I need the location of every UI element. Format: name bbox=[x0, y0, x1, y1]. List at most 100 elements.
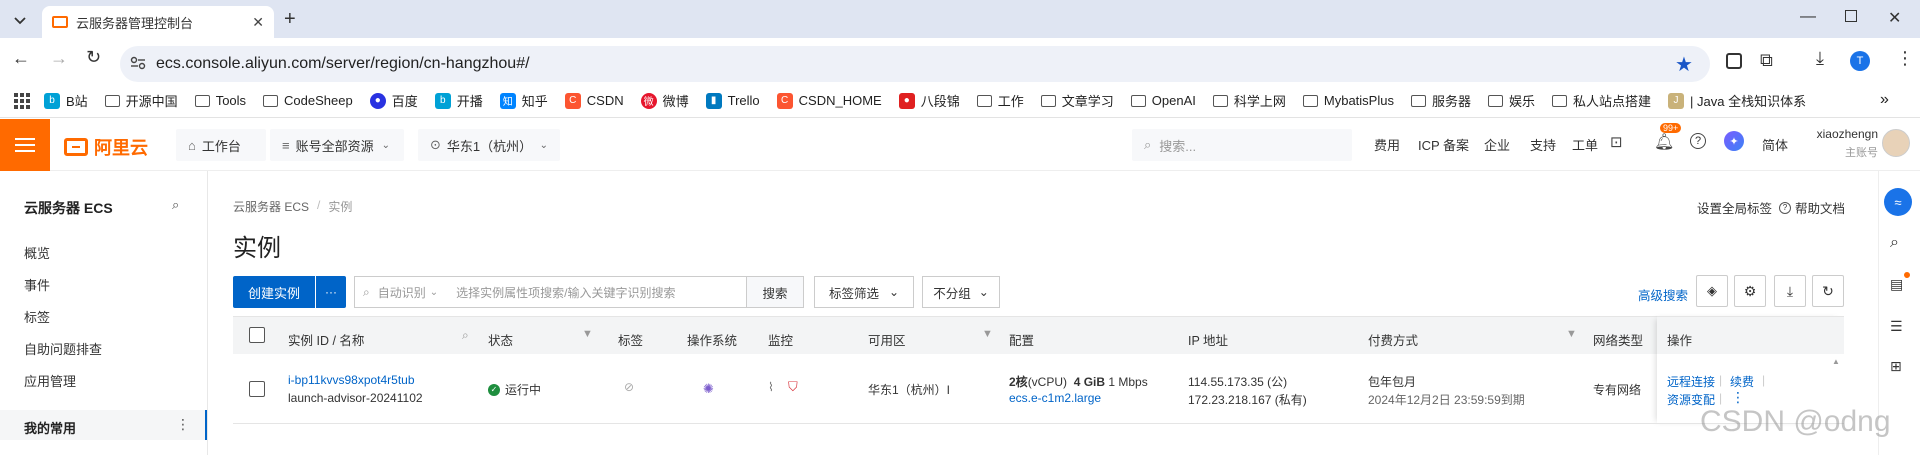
more-bookmarks-button[interactable]: » bbox=[1880, 91, 1889, 109]
bookmark-folder[interactable]: 工作 bbox=[976, 91, 1024, 110]
aliyun-logo[interactable]: 阿里云 bbox=[64, 134, 148, 160]
forward-arrow-icon[interactable]: → bbox=[50, 48, 68, 69]
address-bar[interactable]: ecs.console.aliyun.com/server/region/cn-… bbox=[120, 46, 1710, 82]
bookmark-folder[interactable]: 科学上网 bbox=[1212, 91, 1286, 110]
rail-search-icon[interactable]: ⌕ bbox=[1890, 234, 1899, 252]
column-search-icon[interactable]: ⌕ bbox=[462, 328, 469, 343]
assistant-rail-icon[interactable]: ≈ bbox=[1884, 188, 1912, 216]
nav-icp[interactable]: ICP 备案 bbox=[1418, 135, 1469, 154]
nav-ticket[interactable]: 工单 bbox=[1572, 135, 1598, 154]
more-actions-button[interactable]: ··· bbox=[316, 276, 346, 308]
region-dropdown[interactable]: ⊙ 华东1（杭州） ⌄ bbox=[418, 129, 560, 161]
new-tab-button[interactable]: + bbox=[284, 8, 296, 31]
sidebar-item-app-management[interactable]: 应用管理 bbox=[24, 371, 76, 390]
row-checkbox[interactable] bbox=[249, 381, 265, 397]
workbench-button[interactable]: ⌂ 工作台 bbox=[176, 129, 266, 161]
bookmark-item[interactable]: C CSDN bbox=[564, 92, 624, 109]
sidebar-item-tags[interactable]: 标签 bbox=[24, 307, 50, 326]
bookmark-folder[interactable]: 开源中国 bbox=[104, 91, 178, 110]
bookmark-folder[interactable]: MybatisPlus bbox=[1302, 93, 1394, 108]
extensions-panel-icon[interactable] bbox=[1726, 53, 1742, 69]
more-actions-icon[interactable]: ⋮ bbox=[1731, 389, 1745, 406]
profile-avatar[interactable]: T bbox=[1850, 51, 1870, 71]
menu-kebab-icon[interactable]: ⋮ bbox=[1896, 48, 1914, 69]
puzzle-icon[interactable]: ⧉ bbox=[1760, 50, 1773, 71]
rail-book-icon[interactable]: ▤ bbox=[1890, 276, 1903, 293]
select-all-checkbox[interactable] bbox=[249, 327, 265, 343]
site-info-icon[interactable] bbox=[130, 56, 146, 70]
tab-search-button[interactable] bbox=[10, 11, 30, 31]
sidebar-item-troubleshoot[interactable]: 自助问题排查 bbox=[24, 339, 102, 358]
export-button[interactable]: ⤓ bbox=[1774, 275, 1806, 307]
layers-button[interactable]: ◈ bbox=[1696, 275, 1728, 307]
filter-icon[interactable]: ▼ bbox=[982, 328, 993, 340]
account-resources-dropdown[interactable]: ≡ 账号全部资源 ⌄ bbox=[270, 129, 404, 161]
nav-support[interactable]: 支持 bbox=[1530, 135, 1556, 154]
back-arrow-icon[interactable]: ← bbox=[12, 48, 30, 69]
chart-line-icon[interactable]: ⌇ bbox=[768, 380, 774, 394]
filter-icon[interactable]: ▼ bbox=[1566, 328, 1577, 340]
refresh-button[interactable]: ↻ bbox=[1812, 275, 1844, 307]
instance-spec-link[interactable]: ecs.e-c1m2.large bbox=[1009, 391, 1101, 405]
download-icon[interactable]: ⤓ bbox=[1816, 48, 1824, 69]
advanced-search-link[interactable]: 高级搜索 bbox=[1638, 285, 1688, 304]
help-docs-link[interactable]: ? 帮助文档 bbox=[1779, 198, 1845, 217]
bookmark-item[interactable]: b B站 bbox=[44, 91, 88, 110]
remote-connect-link[interactable]: 远程连接 bbox=[1667, 373, 1715, 390]
bookmark-item[interactable]: ▮ Trello bbox=[705, 92, 760, 109]
sidebar-item-favorites[interactable]: 我的常用 ⋮ bbox=[0, 410, 207, 440]
bookmark-item[interactable]: 微微博 bbox=[640, 91, 689, 110]
breadcrumb-root[interactable]: 云服务器 ECS bbox=[233, 198, 309, 215]
browser-tab[interactable]: 云服务器管理控制台 ✕ bbox=[42, 6, 274, 38]
user-info[interactable]: xiaozhengn 主账号 bbox=[1808, 127, 1878, 160]
renew-link[interactable]: 续费 bbox=[1730, 373, 1754, 390]
terminal-icon[interactable]: ⊡ bbox=[1610, 133, 1623, 151]
create-instance-button[interactable]: 创建实例 bbox=[233, 276, 315, 308]
bell-icon[interactable]: 🔔︎ bbox=[1654, 132, 1674, 152]
rail-grid-icon[interactable]: ⊞ bbox=[1890, 358, 1902, 375]
shield-icon[interactable]: ⛉ bbox=[788, 379, 798, 395]
bookmark-folder[interactable]: 文章学习 bbox=[1040, 91, 1114, 110]
apps-grid-icon[interactable] bbox=[14, 92, 30, 109]
favorites-menu-icon[interactable]: ⋮ bbox=[176, 416, 190, 433]
rail-list-icon[interactable]: ☰ bbox=[1890, 318, 1903, 335]
tag-filter-dropdown[interactable]: 标签筛选 ⌄ bbox=[814, 276, 914, 308]
set-global-tags-link[interactable]: 设置全局标签 bbox=[1697, 198, 1772, 217]
bookmark-folder[interactable]: 娱乐 bbox=[1487, 91, 1535, 110]
bookmark-star-icon[interactable]: ★ bbox=[1675, 52, 1693, 77]
bookmark-folder[interactable]: Tools bbox=[194, 93, 246, 108]
bookmark-item[interactable]: b 开播 bbox=[434, 91, 483, 110]
bookmark-item[interactable]: ● 八段锦 bbox=[898, 91, 960, 110]
instance-id-link[interactable]: i-bp11kvvs98xpot4r5tub bbox=[288, 373, 415, 387]
minimize-button[interactable]: — bbox=[1800, 8, 1816, 26]
bookmark-folder[interactable]: 服务器 bbox=[1410, 91, 1471, 110]
bookmark-item[interactable]: 知知乎 bbox=[499, 91, 548, 110]
close-window-button[interactable]: ✕ bbox=[1888, 8, 1901, 28]
close-tab-icon[interactable]: ✕ bbox=[252, 14, 264, 31]
bookmark-folder[interactable]: OpenAI bbox=[1130, 93, 1196, 108]
help-icon[interactable]: ? bbox=[1690, 133, 1706, 149]
bookmark-item[interactable]: C CSDN_HOME bbox=[776, 92, 882, 109]
sidebar-item-overview[interactable]: 概览 bbox=[24, 243, 50, 262]
language-switch[interactable]: 简体 bbox=[1762, 135, 1788, 154]
nav-fees[interactable]: 费用 bbox=[1374, 135, 1400, 154]
ai-assistant-icon[interactable]: ✦ bbox=[1724, 131, 1744, 151]
settings-button[interactable]: ⚙ bbox=[1734, 275, 1766, 307]
filter-icon[interactable]: ▼ bbox=[582, 328, 593, 340]
scroll-up-arrow[interactable]: ▲ bbox=[1832, 357, 1840, 366]
global-search-input[interactable]: ⌕ 搜索... bbox=[1132, 129, 1352, 161]
instance-search-input[interactable]: ⌕ 自动识别 ⌄ 选择实例属性项搜索/输入关键字识别搜索 bbox=[354, 276, 746, 308]
nav-enterprise[interactable]: 企业 bbox=[1484, 135, 1510, 154]
sidebar-search-icon[interactable]: ⌕ bbox=[172, 197, 179, 213]
tag-icon[interactable]: ⊘ bbox=[624, 380, 634, 394]
user-avatar[interactable] bbox=[1882, 129, 1910, 157]
bookmark-item[interactable]: ● 百度 bbox=[369, 91, 418, 110]
bookmark-item[interactable]: J | Java 全栈知识体系 bbox=[1668, 91, 1806, 110]
restore-button[interactable] bbox=[1845, 10, 1857, 22]
bookmark-folder[interactable]: 私人站点搭建 bbox=[1552, 91, 1651, 110]
reload-icon[interactable]: ↻ bbox=[86, 47, 101, 68]
bookmark-folder[interactable]: CodeSheep bbox=[263, 93, 353, 108]
sidebar-item-events[interactable]: 事件 bbox=[24, 275, 50, 294]
hamburger-menu-button[interactable] bbox=[0, 119, 50, 171]
auto-identify-dropdown[interactable]: 自动识别 bbox=[378, 284, 426, 301]
